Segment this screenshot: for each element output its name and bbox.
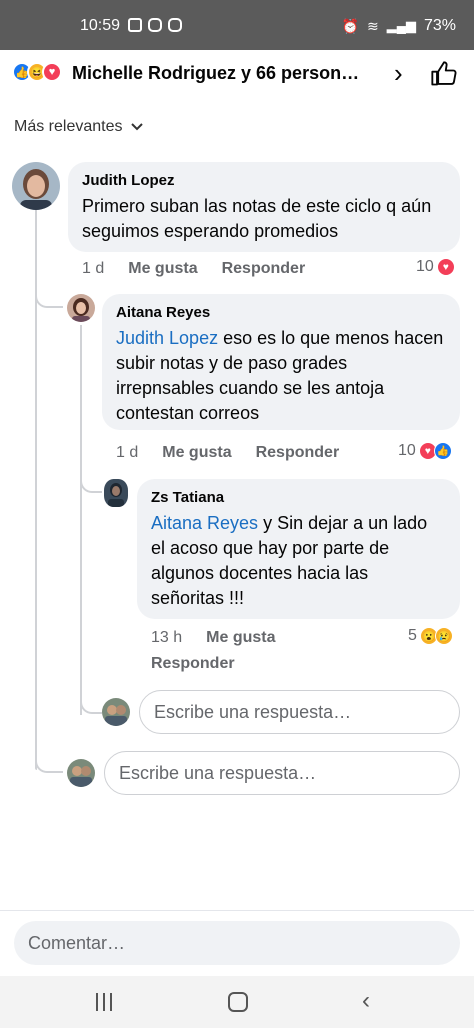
reaction-count-value: 10	[416, 258, 434, 275]
notification-icons	[128, 18, 182, 32]
love-icon: ♥	[436, 258, 455, 276]
mention-link[interactable]: Aitana Reyes	[151, 513, 258, 533]
comment-actions: 1 d Me gusta Responder	[82, 260, 305, 278]
reply-link[interactable]: Responder	[151, 655, 235, 673]
wifi-icon: ≋	[367, 17, 379, 34]
comment-bubble[interactable]: Zs Tatiana Aitana Reyes y Sin dejar a un…	[137, 479, 460, 619]
comment-author[interactable]: Aitana Reyes	[116, 304, 446, 321]
chevron-right-icon[interactable]: ›	[394, 58, 403, 89]
comment-actions: 1 d Me gusta Responder	[116, 444, 339, 462]
reaction-summary[interactable]: 👍 😆 ♥	[12, 62, 62, 82]
like-button-icon[interactable]	[430, 60, 458, 88]
comment-input-placeholder: Comentar…	[28, 932, 126, 953]
reply-input[interactable]: Escribe una respuesta…	[104, 751, 460, 795]
recent-apps-icon[interactable]	[96, 993, 116, 1011]
reaction-count[interactable]: 10 ♥	[416, 258, 455, 276]
instagram-icon	[168, 18, 182, 32]
instagram-icon	[148, 18, 162, 32]
comment-bubble[interactable]: Aitana Reyes Judith Lopez eso es lo que …	[102, 294, 460, 430]
system-nav-bar: ‹	[0, 976, 474, 1028]
avatar[interactable]	[104, 479, 128, 507]
comment-actions: 13 h Me gusta	[151, 629, 275, 647]
sort-label: Más relevantes	[14, 118, 123, 135]
love-icon: ♥	[42, 62, 62, 82]
reply-input[interactable]: Escribe una respuesta…	[139, 690, 460, 734]
reaction-count-value: 5	[408, 627, 417, 644]
reaction-count-value: 10	[398, 442, 416, 459]
reply-link[interactable]: Responder	[256, 444, 340, 462]
reactions-header[interactable]: 👍 😆 ♥ Michelle Rodriguez y 66 person… ›	[0, 50, 474, 94]
signal-icon: ▂▄▆	[386, 18, 416, 33]
comment-text: Judith Lopez eso es lo que menos hacen s…	[116, 326, 446, 426]
reply-link[interactable]: Responder	[222, 260, 306, 278]
comment-time: 1 d	[116, 444, 139, 461]
thread-connector	[80, 473, 102, 493]
current-user-avatar	[102, 698, 130, 726]
thread-line	[80, 325, 82, 715]
status-right: ⏰ ≋ ▂▄▆ 73%	[342, 17, 456, 35]
home-icon[interactable]	[228, 992, 248, 1012]
sad-icon: 😢	[434, 627, 453, 645]
thread-connector	[80, 700, 102, 714]
mention-link[interactable]: Judith Lopez	[116, 328, 218, 348]
status-bar: 10:59 ⏰ ≋ ▂▄▆ 73%	[0, 0, 474, 50]
current-user-avatar	[67, 759, 95, 787]
comment-bar: Comentar…	[0, 910, 474, 976]
reaction-count[interactable]: 5 😮 😢	[408, 627, 453, 645]
comment-time: 13 h	[151, 629, 183, 646]
comment-bubble[interactable]: Judith Lopez Primero suban las notas de …	[68, 162, 460, 252]
reply-input-placeholder: Escribe una respuesta…	[119, 762, 317, 783]
sort-dropdown[interactable]: Más relevantes	[14, 118, 143, 136]
comment-actions-secondary: Responder	[151, 655, 235, 673]
comment-text: Aitana Reyes y Sin dejar a un lado el ac…	[151, 511, 446, 611]
comment-input[interactable]: Comentar…	[14, 921, 460, 965]
alarm-icon: ⏰	[341, 17, 360, 34]
comment-author[interactable]: Judith Lopez	[82, 172, 446, 189]
avatar[interactable]	[12, 162, 60, 210]
comment-time: 1 d	[82, 260, 105, 277]
avatar[interactable]	[67, 294, 95, 322]
comment-text: Primero suban las notas de este ciclo q …	[82, 196, 432, 241]
status-time: 10:59	[80, 17, 121, 34]
thread-connector	[35, 290, 63, 308]
reaction-count[interactable]: 10 ♥ 👍	[398, 442, 452, 460]
like-link[interactable]: Me gusta	[128, 260, 197, 278]
thread-connector	[35, 757, 63, 773]
like-link[interactable]: Me gusta	[162, 444, 231, 462]
chevron-down-icon	[130, 123, 143, 131]
back-icon[interactable]: ‹	[362, 987, 370, 1015]
gallery-icon	[128, 18, 142, 32]
comment-author[interactable]: Zs Tatiana	[151, 489, 446, 506]
reply-input-placeholder: Escribe una respuesta…	[154, 701, 352, 722]
reactors-title[interactable]: Michelle Rodriguez y 66 person…	[72, 63, 359, 84]
like-link[interactable]: Me gusta	[206, 629, 275, 647]
like-icon: 👍	[433, 442, 452, 460]
battery-level: 73%	[423, 17, 456, 34]
